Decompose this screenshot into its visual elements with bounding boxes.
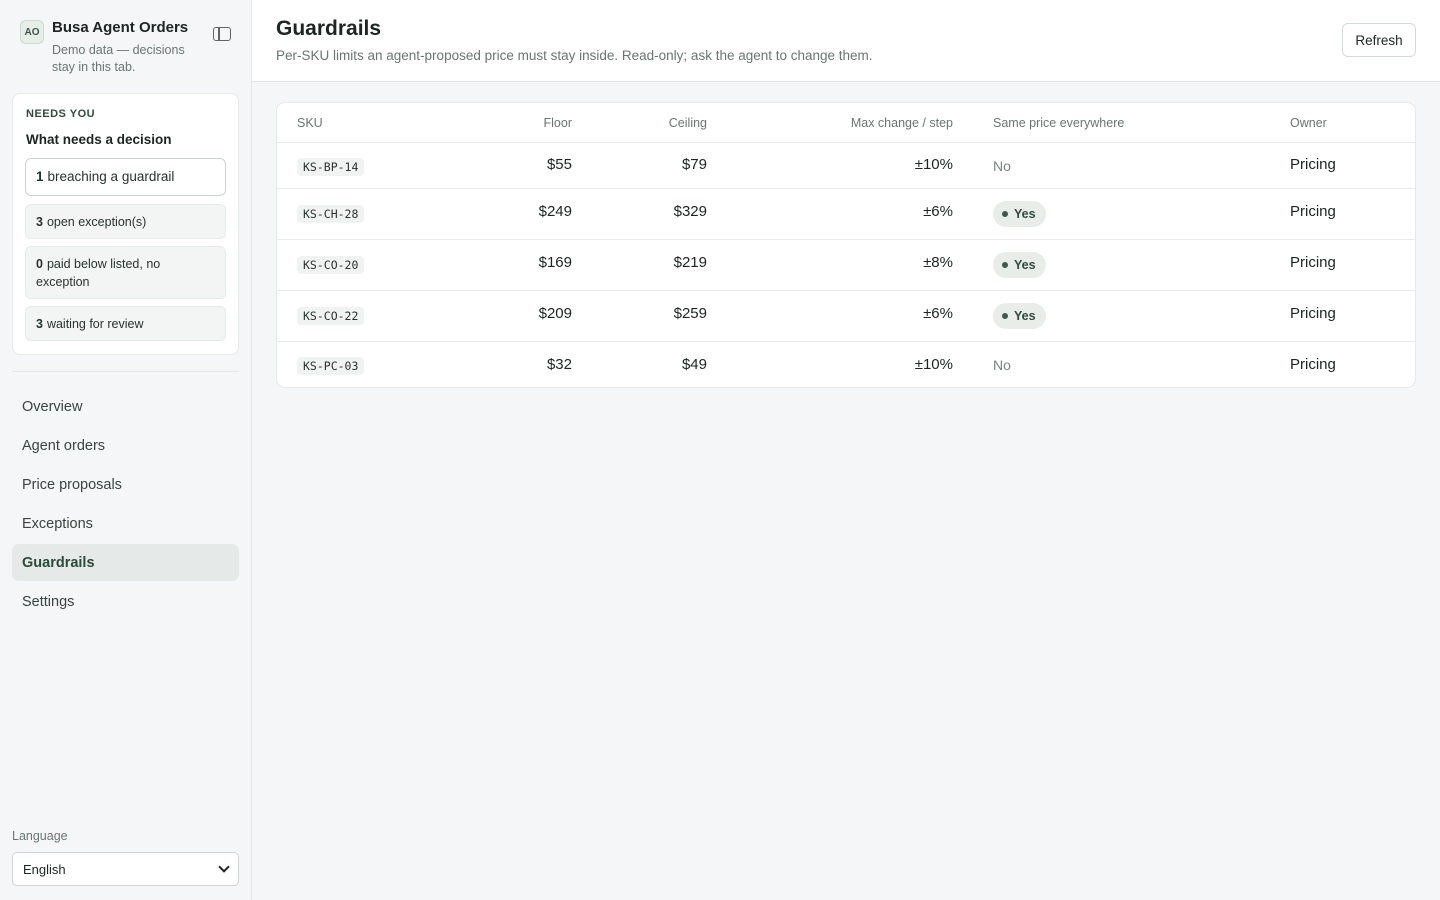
needs-item-guardrail-breach[interactable]: 1 breaching a guardrail: [25, 158, 226, 196]
max-change-value: ±8%: [923, 254, 953, 271]
max-change-value: ±10%: [914, 356, 953, 373]
ceiling-value: $79: [681, 156, 707, 173]
same-price-value: Yes: [1014, 258, 1036, 272]
status-dot-icon: [1002, 262, 1008, 268]
chevron-down-icon: [218, 861, 230, 873]
max-change-value: ±6%: [923, 305, 953, 322]
language-selected: English: [23, 861, 66, 877]
max-change-value: ±10%: [914, 156, 953, 173]
guardrails-table: SKU Floor Ceiling Max change / step Same…: [276, 102, 1416, 388]
same-price-value: No: [993, 158, 1011, 174]
owner-value: Pricing: [1290, 203, 1336, 220]
floor-value: $55: [546, 156, 572, 173]
floor-value: $209: [538, 305, 572, 322]
brand: AO Busa Agent Orders Demo data — decisio…: [20, 18, 240, 78]
ceiling-value: $49: [681, 356, 707, 373]
sku-code: KS-BP-14: [297, 158, 365, 176]
table-row: KS-PC-03 $32 $49 ±10% No Pricing: [277, 341, 1415, 387]
needs-item-count: 3: [36, 214, 43, 229]
brand-title: Busa Agent Orders: [52, 19, 189, 36]
needs-you-kicker: NEEDS YOU: [26, 108, 96, 120]
same-price-value: No: [993, 357, 1011, 373]
column-header-same-price: Same price everywhere: [993, 116, 1125, 130]
needs-item-open-exceptions[interactable]: 3 open exception(s): [25, 204, 226, 239]
table-row: KS-BP-14 $55 $79 ±10% No Pricing: [277, 142, 1415, 188]
nav-item-overview[interactable]: Overview: [12, 388, 239, 425]
main-content: Guardrails Per-SKU limits an agent-propo…: [252, 0, 1440, 900]
column-header-floor: Floor: [543, 116, 572, 130]
ceiling-value: $259: [673, 305, 707, 322]
page-subtitle: Per-SKU limits an agent-proposed price m…: [276, 48, 873, 63]
sidebar: AO Busa Agent Orders Demo data — decisio…: [0, 0, 252, 900]
refresh-button[interactable]: Refresh: [1342, 23, 1416, 57]
owner-value: Pricing: [1290, 156, 1336, 173]
nav-item-guardrails[interactable]: Guardrails: [12, 544, 239, 581]
needs-item-label: open exception(s): [46, 214, 147, 229]
sidebar-toggle-icon[interactable]: [213, 27, 231, 41]
table-row: KS-CH-28 $249 $329 ±6% Yes Pricing: [277, 188, 1415, 239]
same-price-badge: Yes: [993, 303, 1046, 329]
same-price-value: Yes: [1014, 309, 1036, 323]
nav-item-price-proposals[interactable]: Price proposals: [12, 466, 239, 503]
same-price-value: Yes: [1014, 207, 1036, 221]
needs-item-count: 0: [36, 256, 43, 271]
owner-value: Pricing: [1290, 254, 1336, 271]
nav-item-exceptions[interactable]: Exceptions: [12, 505, 239, 542]
sku-code: KS-PC-03: [297, 357, 365, 375]
sku-code: KS-CH-28: [297, 205, 365, 223]
needs-item-waiting-review[interactable]: 3 waiting for review: [25, 306, 226, 341]
nav-item-agent-orders[interactable]: Agent orders: [12, 427, 239, 464]
brand-subtitle: Demo data — decisions stay in this tab.: [52, 43, 185, 74]
ceiling-value: $219: [673, 254, 707, 271]
sku-code: KS-CO-20: [297, 256, 365, 274]
table-row: KS-CO-20 $169 $219 ±8% Yes Pricing: [277, 239, 1415, 290]
page-title: Guardrails: [276, 17, 382, 40]
floor-value: $169: [538, 254, 572, 271]
language-select[interactable]: English: [12, 852, 239, 886]
sidebar-divider: [12, 371, 239, 372]
page-header: Guardrails Per-SKU limits an agent-propo…: [252, 0, 1440, 82]
column-header-max-change: Max change / step: [850, 116, 953, 130]
owner-value: Pricing: [1290, 305, 1336, 322]
nav-item-settings[interactable]: Settings: [12, 583, 239, 620]
same-price-badge: Yes: [993, 252, 1046, 278]
floor-value: $249: [538, 203, 572, 220]
column-header-ceiling: Ceiling: [668, 116, 707, 130]
owner-value: Pricing: [1290, 356, 1336, 373]
ceiling-value: $329: [673, 203, 707, 220]
needs-you-panel: NEEDS YOU What needs a decision 1 breachi…: [12, 93, 239, 355]
column-header-owner: Owner: [1290, 116, 1327, 130]
status-dot-icon: [1002, 211, 1008, 217]
needs-item-paid-below-listed[interactable]: 0 paid below listed, no exception: [25, 246, 226, 299]
needs-item-label: breaching a guardrail: [47, 169, 175, 184]
same-price-badge: Yes: [993, 201, 1046, 227]
sku-code: KS-CO-22: [297, 307, 365, 325]
needs-item-count: 1: [36, 169, 44, 184]
needs-item-label: waiting for review: [46, 316, 144, 331]
needs-item-count: 3: [36, 316, 43, 331]
needs-item-label: paid below listed, no exception: [36, 256, 161, 289]
table-row: KS-CO-22 $209 $259 ±6% Yes Pricing: [277, 290, 1415, 341]
floor-value: $32: [546, 356, 572, 373]
status-dot-icon: [1002, 313, 1008, 319]
max-change-value: ±6%: [923, 203, 953, 220]
brand-avatar: AO: [20, 20, 44, 44]
needs-you-title: What needs a decision: [26, 132, 172, 147]
column-header-sku: SKU: [297, 116, 323, 130]
language-label: Language: [12, 829, 68, 843]
